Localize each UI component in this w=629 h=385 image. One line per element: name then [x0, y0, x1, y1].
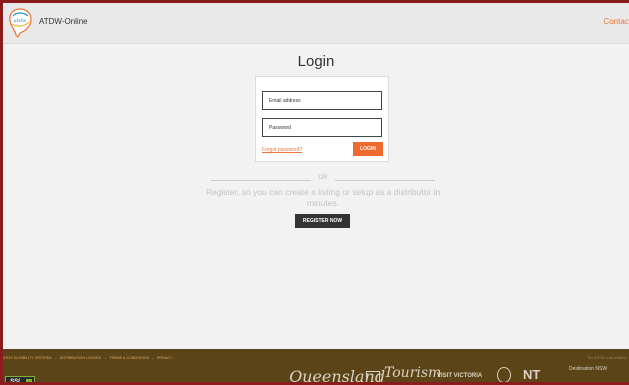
- ssl-badge: SSL: [5, 376, 35, 382]
- footer-links: ATDO ELIGIBILITY CRITERIA – DISTRIBUTION…: [3, 356, 175, 360]
- northern-territory-logo[interactable]: NT: [523, 367, 540, 382]
- divider-line-right: [335, 180, 435, 181]
- destination-nsw-logo[interactable]: Destination NSW: [569, 367, 607, 372]
- footer-link-licence[interactable]: DISTRIBUTION LICENCE: [60, 356, 102, 360]
- or-label: OR: [318, 175, 328, 181]
- or-divider: OR: [211, 175, 435, 185]
- contact-link[interactable]: Contact: [603, 17, 629, 26]
- atdw-logo-icon[interactable]: atdw: [7, 7, 33, 39]
- login-card: Forgot password? LOGIN: [255, 76, 389, 162]
- footer-separator: –: [104, 356, 107, 360]
- svg-text:atdw: atdw: [14, 18, 27, 24]
- register-now-button[interactable]: REGISTER NOW: [295, 214, 350, 228]
- footer-link-privacy[interactable]: PRIVACY: [157, 356, 173, 360]
- page-frame: atdw ATDW-Online Contact Login Forgot pa…: [0, 0, 629, 385]
- site-footer: ATDO ELIGIBILITY CRITERIA – DISTRIBUTION…: [3, 349, 629, 382]
- password-field[interactable]: [262, 118, 382, 137]
- visit-victoria-logo[interactable]: VISIT VICTORIA: [437, 373, 482, 379]
- tasmania-logo-icon[interactable]: [366, 371, 380, 382]
- divider-line-left: [211, 180, 311, 181]
- email-field[interactable]: [262, 91, 382, 110]
- tourism-logo[interactable]: Tourism: [384, 365, 441, 381]
- footer-separator: –: [54, 356, 57, 360]
- site-header: atdw ATDW-Online Contact: [3, 3, 629, 44]
- footer-link-terms[interactable]: TERMS & CONDITIONS: [109, 356, 149, 360]
- login-button[interactable]: LOGIN: [353, 142, 383, 156]
- south-australia-logo-icon[interactable]: [497, 367, 511, 382]
- register-description: Register, so you can create a listing or…: [205, 187, 441, 208]
- footer-link-eligibility[interactable]: ATDO ELIGIBILITY CRITERIA: [3, 356, 52, 360]
- copyright-text: The ATDW is an initiative: [587, 356, 627, 360]
- forgot-password-link[interactable]: Forgot password?: [262, 147, 302, 153]
- brand-name: ATDW-Online: [39, 17, 88, 26]
- footer-separator: –: [152, 356, 155, 360]
- page-title: Login: [297, 53, 335, 70]
